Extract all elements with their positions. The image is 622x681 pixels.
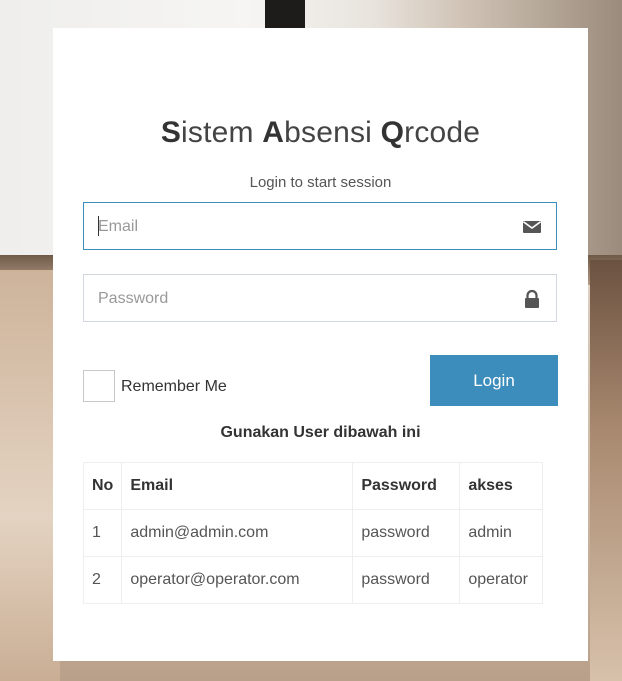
cell-akses: admin: [459, 509, 544, 557]
users-table: No Email Password akses 1 admin@admin.co…: [82, 462, 544, 604]
header-password: Password: [352, 462, 461, 510]
cell-password: password: [352, 556, 461, 604]
envelope-icon: [523, 221, 541, 233]
remember-me-checkbox[interactable]: [83, 370, 115, 402]
cell-no: 2: [82, 556, 123, 604]
user-hint: Gunakan User dibawah ini: [220, 424, 421, 441]
login-card: Sistem Absensi Qrcode Login to start ses…: [53, 28, 588, 661]
cell-no: 1: [82, 509, 123, 557]
app-title: Sistem Absensi Qrcode: [160, 116, 481, 149]
lock-icon: [525, 289, 539, 308]
password-input[interactable]: [84, 275, 520, 323]
background-left: [0, 270, 60, 681]
login-subtitle: Login to start session: [249, 174, 392, 191]
cell-email: operator@operator.com: [121, 556, 354, 604]
background-right: [590, 260, 622, 681]
table-header-row: No Email Password akses: [82, 462, 544, 510]
header-akses: akses: [459, 462, 544, 510]
header-no: No: [82, 462, 123, 510]
cell-password: password: [352, 509, 461, 557]
remember-me-label: Remember Me: [121, 378, 227, 395]
email-field-wrapper: [83, 202, 557, 251]
text-cursor: [98, 216, 99, 236]
email-input[interactable]: [84, 203, 520, 251]
table-row: 2 operator@operator.com password operato…: [82, 556, 544, 604]
password-field-wrapper: [83, 274, 557, 323]
login-button[interactable]: Login: [430, 355, 558, 406]
table-row: 1 admin@admin.com password admin: [82, 509, 544, 557]
cell-email: admin@admin.com: [121, 509, 354, 557]
cell-akses: operator: [459, 556, 544, 604]
header-email: Email: [121, 462, 354, 510]
